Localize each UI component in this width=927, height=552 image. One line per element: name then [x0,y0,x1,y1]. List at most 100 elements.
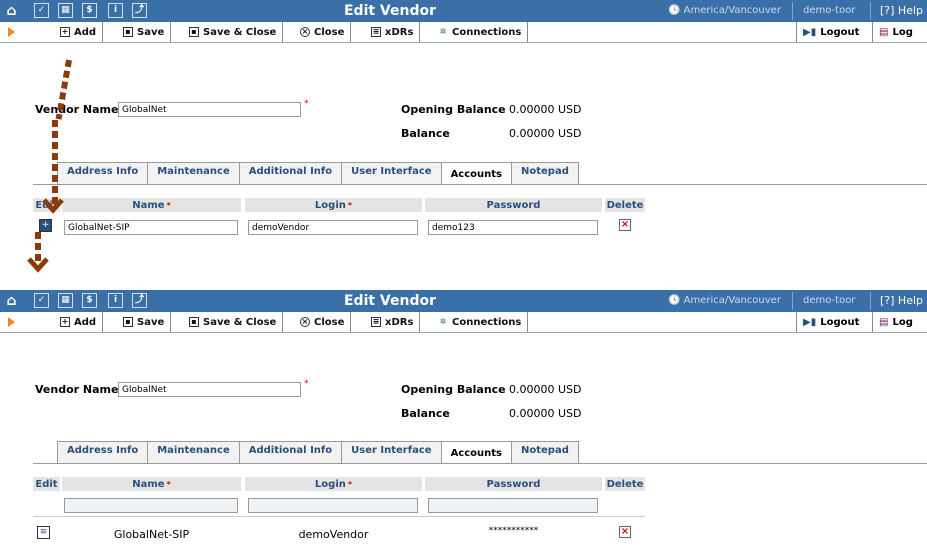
logout-button[interactable]: ▶▮ Logout [796,312,865,332]
logout-icon: ▶▮ [803,316,817,328]
user-link[interactable]: demo-toor [803,5,855,16]
vendor-name-input[interactable] [118,382,301,397]
connections-icon: ✲ [439,317,447,326]
arrow-head-icon [42,198,64,214]
toolbar: + Add ▪ Save ▪ Save & Close × Close ≡ xDRs ✲ C… [0,312,927,333]
col-login: Login * [245,477,422,491]
connections-icon: ✲ [439,27,447,36]
col-delete: Delete [605,198,645,212]
screenshot-after: ⌂ ✓ ▦ $ i ⤴ Edit Vendor 🕓 America/Vancou… [0,290,927,552]
save-close-button[interactable]: ▪ Save & Close [183,312,284,332]
top-bar: ⌂ ✓ ▦ $ i ⤴ Edit Vendor 🕓 America/Vancou… [0,0,927,23]
save-close-button[interactable]: ▪ Save & Close [183,22,284,42]
toolbar: + Add ▪ Save ▪ Save & Close × Close ≡ xDRs ✲ C… [0,22,927,43]
xdrs-button[interactable]: ≡ xDRs [365,22,421,42]
password-input[interactable] [428,220,598,235]
vendor-name-label: Vendor Name [35,383,119,396]
name-input[interactable] [64,220,238,235]
save-icon: ▪ [123,317,133,327]
top-bar: ⌂ ✓ ▦ $ i ⤴ Edit Vendor 🕓 America/Vancou… [0,290,927,313]
divider [870,292,871,310]
save-icon: ▪ [123,27,133,37]
balance-label: Balance [401,127,450,140]
balance-value: 0.00000 USD [509,127,582,140]
arrow-segment [52,120,58,205]
login-filter[interactable] [248,498,418,513]
vendor-name-label: Vendor Name [35,103,119,116]
logout-button[interactable]: ▶▮ Logout [796,22,865,42]
log-icon: ▤ [879,316,889,328]
add-button[interactable]: + Add [54,22,104,42]
help-link[interactable]: [?] Help [880,294,923,307]
tab-accounts[interactable]: Accounts [440,441,512,464]
account-password: *********** [488,526,539,536]
vendor-name-input[interactable] [118,102,301,117]
close-icon: × [300,27,310,37]
required-marker: * [304,99,309,109]
screenshot-before: ⌂ ✓ ▦ $ i ⤴ Edit Vendor 🕓 America/Vancou… [0,0,927,245]
col-password: Password [425,477,602,491]
password-filter[interactable] [428,498,598,513]
save-button[interactable]: ▪ Save [117,22,172,42]
connections-button[interactable]: ✲ Connections [432,22,529,42]
help-link[interactable]: [?] Help [880,4,923,17]
opening-balance-label: Opening Balance [401,383,506,396]
edit-row-icon[interactable]: ≡ [37,526,50,539]
log-button[interactable]: ▤ Log [872,312,919,332]
opening-balance-label: Opening Balance [401,103,506,116]
logout-icon: ▶▮ [803,26,817,38]
delete-row-icon[interactable]: × [619,219,631,231]
delete-row-icon[interactable]: × [619,526,631,538]
tab-address-info[interactable]: Address Info [57,162,149,184]
divider [792,2,793,20]
tab-maintenance[interactable]: Maintenance [147,162,240,184]
timezone-label: America/Vancouver [683,295,781,306]
tab-notepad[interactable]: Notepad [511,441,579,463]
help-label: Help [897,4,923,17]
balance-value: 0.00000 USD [509,407,582,420]
save-row-icon[interactable]: + [39,219,52,232]
tab-maintenance[interactable]: Maintenance [147,441,240,463]
col-edit: Edit [33,477,60,491]
tab-address-info[interactable]: Address Info [57,441,149,463]
name-filter[interactable] [64,498,238,513]
tab-user-interface[interactable]: User Interface [341,162,442,184]
tab-accounts[interactable]: Accounts [440,162,512,185]
timezone-link[interactable]: 🕓 America/Vancouver [668,5,781,16]
close-button[interactable]: × Close [294,312,352,332]
tab-notepad[interactable]: Notepad [511,162,579,184]
help-label: Help [897,294,923,307]
xdrs-icon: ≡ [371,317,381,327]
login-input[interactable] [248,220,418,235]
log-icon: ▤ [879,26,889,38]
timezone-link[interactable]: 🕓 America/Vancouver [668,295,781,306]
account-name: GlobalNet-SIP [113,528,190,541]
add-icon: + [60,317,70,327]
col-name: Name * [62,198,241,212]
close-icon: × [300,317,310,327]
row-divider [33,516,645,517]
close-button[interactable]: × Close [294,22,352,42]
window-title: Edit Vendor [343,3,437,19]
play-arrow-icon [8,27,15,37]
tab-user-interface[interactable]: User Interface [341,441,442,463]
divider [792,292,793,310]
log-button[interactable]: ▤ Log [872,22,919,42]
save-close-icon: ▪ [189,27,199,37]
tab-bar: Address Info Maintenance Additional Info… [57,162,579,185]
tab-additional-info[interactable]: Additional Info [238,162,343,184]
arrow-head-icon [27,257,49,273]
connections-button[interactable]: ✲ Connections [432,312,529,332]
save-button[interactable]: ▪ Save [117,312,172,332]
col-delete: Delete [605,477,645,491]
add-button[interactable]: + Add [54,312,104,332]
xdrs-icon: ≡ [371,27,381,37]
timezone-label: America/Vancouver [683,5,781,16]
balance-label: Balance [401,407,450,420]
account-login: demoVendor [298,528,369,541]
play-arrow-icon [8,317,15,327]
user-link[interactable]: demo-toor [803,295,855,306]
xdrs-button[interactable]: ≡ xDRs [365,312,421,332]
divider [870,2,871,20]
tab-additional-info[interactable]: Additional Info [238,441,343,463]
